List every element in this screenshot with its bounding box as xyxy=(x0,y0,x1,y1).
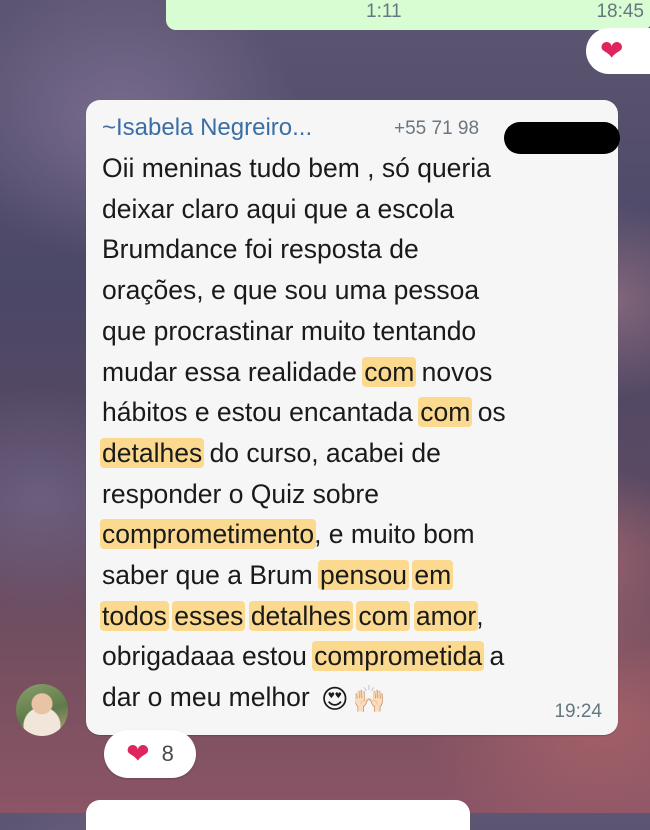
next-message-bubble[interactable] xyxy=(86,800,470,830)
highlighted-word: todos xyxy=(100,600,169,631)
message-bubble[interactable]: ~Isabela Negreiro... +55 71 98 Oii menin… xyxy=(86,100,620,735)
previous-voice-message-bubble[interactable]: 1:11 18:45 xyxy=(166,0,650,30)
message-text-segment: que procrastinar muito tentando xyxy=(102,315,477,346)
highlighted-word: em xyxy=(412,560,454,591)
highlighted-word: esses xyxy=(172,600,246,631)
highlighted-word: comprometimento xyxy=(100,519,317,550)
sender-row: ~Isabela Negreiro... +55 71 98 xyxy=(102,114,620,154)
message-line: orações, e que sou uma pessoa xyxy=(102,270,602,311)
message-text: Oii meninas tudo bem , só queria deixar c… xyxy=(100,148,602,719)
message-text-segment: , xyxy=(476,600,484,631)
highlighted-word: com xyxy=(362,356,417,387)
previous-reaction-pill[interactable]: ❤ xyxy=(586,28,650,74)
message-line: todos esses detalhes com amor, xyxy=(100,596,602,637)
message-text-segment: hábitos e estou encantada xyxy=(102,397,421,428)
highlighted-word: com xyxy=(356,600,411,631)
message-line: obrigadaaa estou comprometida a xyxy=(102,636,602,677)
message-text-segment: a xyxy=(482,641,505,672)
message-text-segment: dar o meu melhor xyxy=(102,682,318,713)
message-text-segment: saber que a Brum xyxy=(102,560,321,591)
highlighted-word: amor xyxy=(413,600,479,631)
red-heart-icon: ❤ xyxy=(126,738,150,769)
message-time: 19:24 xyxy=(554,701,602,722)
red-heart-icon: ❤ xyxy=(600,35,624,66)
highlighted-word: com xyxy=(418,397,473,428)
sender-phone: +55 71 98 xyxy=(394,118,480,139)
highlighted-word: pensou xyxy=(318,560,409,591)
message-text-segment: orações, e que sou uma pessoa xyxy=(102,275,480,306)
highlighted-word: detalhes xyxy=(248,600,354,631)
message-line: mudar essa realidade com novos xyxy=(102,352,602,393)
message-text-segment: Oii meninas tudo bem , só queria xyxy=(102,153,491,183)
sender-avatar[interactable] xyxy=(16,684,68,736)
highlighted-word: comprometida xyxy=(312,641,485,672)
message-line: Oii meninas tudo bem , só queria xyxy=(102,148,602,189)
message-line: Brumdance foi resposta de xyxy=(102,229,602,270)
message-text-segment: deixar claro aqui que a escola xyxy=(102,193,455,224)
message-text-segment: obrigadaaa estou xyxy=(102,641,315,672)
message-text-segment: os xyxy=(470,397,506,428)
message-text-segment: , e muito bom xyxy=(314,519,475,550)
message-line: hábitos e estou encantada com os xyxy=(102,392,602,433)
message-line: saber que a Brum pensou em xyxy=(102,555,602,596)
message-line: detalhes do curso, acabei de xyxy=(100,433,602,474)
message-text-segment: responder o Quiz sobre xyxy=(102,478,379,509)
reaction-pill[interactable]: ❤ 8 xyxy=(104,730,196,778)
reaction-count: 8 xyxy=(161,741,174,766)
message-line: dar o meu melhor 😍 🙌🏻 xyxy=(102,677,602,719)
message-text-segment: do curso, acabei de xyxy=(202,437,441,468)
message-text-segment: novos xyxy=(414,356,493,387)
previous-message-time: 18:45 xyxy=(596,1,644,22)
message-text-segment: mudar essa realidade xyxy=(102,356,365,387)
sender-name[interactable]: ~Isabela Negreiro... xyxy=(102,114,312,142)
message-line: que procrastinar muito tentando xyxy=(102,311,602,352)
message-line: deixar claro aqui que a escola xyxy=(102,189,602,230)
raising-hands-emoji-icon: 🙌🏻 xyxy=(352,683,386,714)
message-line: responder o Quiz sobre xyxy=(102,474,602,515)
message-text-segment: Brumdance foi resposta de xyxy=(102,234,419,265)
voice-duration: 1:11 xyxy=(366,1,402,22)
highlighted-word: detalhes xyxy=(100,437,205,468)
heart-eyes-emoji-icon: 😍 xyxy=(321,683,349,714)
message-line: comprometimento, e muito bom xyxy=(100,514,602,555)
